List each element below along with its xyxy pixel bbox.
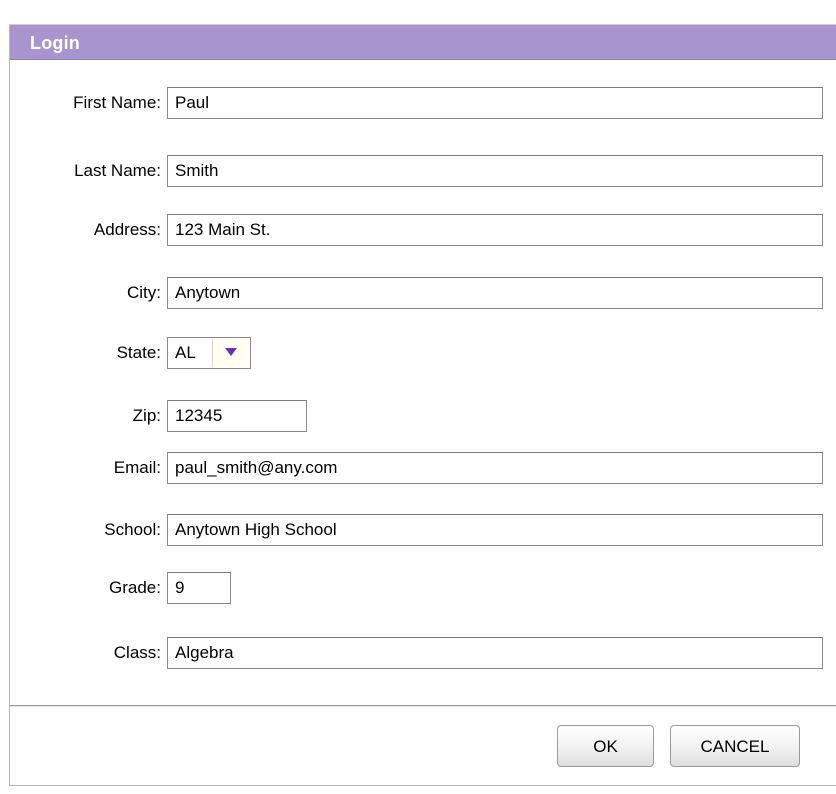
dialog-titlebar: Login <box>10 25 836 60</box>
cancel-button[interactable]: CANCEL <box>670 725 800 767</box>
address-field[interactable] <box>167 214 823 246</box>
grade-field[interactable] <box>167 572 231 604</box>
last-name-field[interactable] <box>167 155 823 187</box>
grade-label: Grade: <box>109 578 161 597</box>
login-dialog: Login First Name: Last Name: Address: Ci… <box>9 24 836 786</box>
address-label: Address: <box>93 220 161 239</box>
city-label: City: <box>127 283 161 302</box>
first-name-field[interactable] <box>167 87 823 119</box>
footer-divider-highlight <box>10 706 836 707</box>
ok-button[interactable]: OK <box>557 725 654 767</box>
city-field[interactable] <box>167 277 823 309</box>
school-field[interactable] <box>167 514 823 546</box>
zip-label: Zip: <box>132 406 161 425</box>
dialog-title: Login <box>30 33 80 53</box>
state-dropdown-button[interactable] <box>212 339 249 367</box>
class-field[interactable] <box>167 637 823 669</box>
first-name-label: First Name: <box>73 93 161 112</box>
last-name-label: Last Name: <box>74 161 161 180</box>
state-select-value: AL <box>175 343 196 362</box>
zip-field[interactable] <box>167 400 307 432</box>
email-field[interactable] <box>167 452 823 484</box>
class-label: Class: <box>113 643 161 662</box>
chevron-down-icon <box>225 348 237 356</box>
school-label: School: <box>104 520 161 539</box>
state-label: State: <box>116 343 161 362</box>
state-select[interactable]: AL <box>167 337 251 369</box>
email-label: Email: <box>113 458 161 477</box>
